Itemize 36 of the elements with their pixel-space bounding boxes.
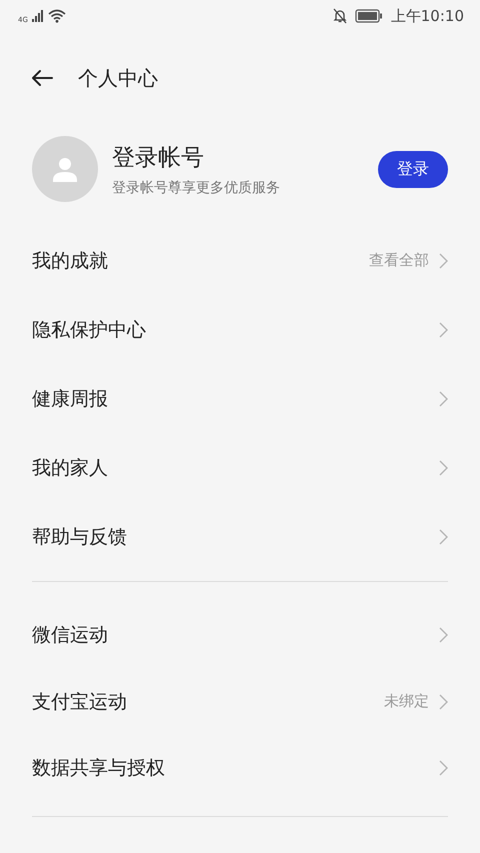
- account-subtitle: 登录帐号尊享更多优质服务: [112, 178, 281, 196]
- battery-icon: [354, 9, 383, 23]
- menu-item-label: 我的成就: [32, 248, 108, 274]
- account-name[interactable]: 登录帐号: [112, 142, 378, 172]
- menu-item-value: 查看全部: [369, 251, 429, 270]
- chevron-right-icon: [439, 760, 448, 776]
- chevron-right-icon: [439, 390, 448, 406]
- menu-item-label: 隐私保护中心: [32, 318, 146, 342]
- menu-item-label: 数据共享与授权: [32, 756, 165, 782]
- signal-icon: [32, 10, 44, 22]
- bell-off-icon: [332, 8, 347, 24]
- status-time: 上午10:10: [390, 6, 464, 26]
- menu-item-label: 健康周报: [32, 386, 108, 412]
- chevron-right-icon: [439, 322, 448, 338]
- menu-item-label: 微信运动: [32, 623, 108, 648]
- wifi-icon: [48, 9, 66, 23]
- menu-item-label: 支付宝运动: [32, 690, 127, 715]
- menu-item[interactable]: 隐私保护中心: [0, 295, 480, 364]
- chevron-right-icon: [439, 460, 448, 476]
- menu-item-label: 我的家人: [32, 456, 108, 480]
- menu-item[interactable]: 微信运动: [0, 602, 480, 668]
- chevron-right-icon: [439, 694, 448, 710]
- menu-item[interactable]: 健康周报: [0, 364, 480, 433]
- menu-item-value: 未绑定: [384, 692, 429, 712]
- menu-item[interactable]: 支付宝运动 未绑定: [0, 668, 480, 735]
- login-button[interactable]: 登录: [378, 150, 448, 188]
- chevron-right-icon: [439, 627, 448, 644]
- menu-item[interactable]: 我的家人: [0, 433, 480, 502]
- chevron-right-icon: [439, 252, 448, 268]
- menu-item[interactable]: 数据共享与授权: [0, 735, 480, 802]
- menu-item[interactable]: 帮助与反馈: [0, 502, 480, 571]
- menu-item-label: 帮助与反馈: [32, 524, 127, 550]
- back-button[interactable]: [30, 68, 54, 88]
- page-title: 个人中心: [78, 64, 158, 92]
- menu-item[interactable]: 我的成就 查看全部: [0, 226, 480, 295]
- chevron-right-icon: [439, 528, 448, 544]
